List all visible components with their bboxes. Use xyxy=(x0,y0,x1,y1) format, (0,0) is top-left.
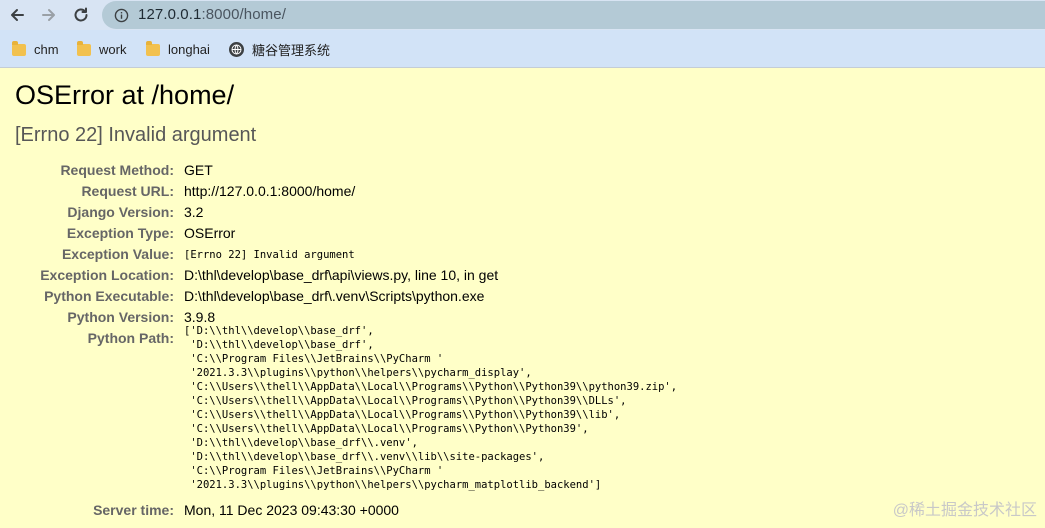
meta-value: Mon, 11 Dec 2023 09:43:30 +0000 xyxy=(184,502,399,518)
meta-key: Exception Location: xyxy=(40,267,174,283)
address-bar[interactable]: 127.0.0.1:8000/home/ xyxy=(102,1,1045,29)
python-path-line: 'C:\\Users\\thell\\AppData\\Local\\Progr… xyxy=(184,395,627,407)
meta-key: Python Version: xyxy=(67,309,174,325)
meta-value: GET xyxy=(184,162,213,178)
python-path-line: ['D:\\thl\\develop\\base_drf', xyxy=(184,325,374,337)
folder-icon xyxy=(77,41,91,56)
meta-key: Exception Type: xyxy=(66,225,174,241)
bookmark-label: work xyxy=(99,41,127,57)
browser-toolbar: 127.0.0.1:8000/home/ xyxy=(0,0,1045,30)
meta-key: Server time: xyxy=(93,502,174,518)
python-path-line: 'C:\\Program Files\\JetBrains\\PyCharm ' xyxy=(184,353,444,365)
arrow-left-icon xyxy=(11,9,24,21)
url-path: :8000/home/ xyxy=(201,6,286,23)
python-path-line: 'D:\\thl\\develop\\base_drf\\.venv', xyxy=(184,437,418,449)
meta-value: D:\thl\develop\base_drf\.venv\Scripts\py… xyxy=(184,288,485,304)
bookmark-label: 糖谷管理系统 xyxy=(252,42,331,58)
bookmark-label: longhai xyxy=(168,41,210,57)
bookmark-work[interactable]: work xyxy=(77,40,126,58)
bookmark-label: chm xyxy=(34,41,59,57)
python-path-line: '2021.3.3\\plugins\\python\\helpers\\pyc… xyxy=(184,367,532,379)
meta-value: 3.9.8 xyxy=(184,309,216,325)
arrow-right-icon xyxy=(42,9,55,21)
bookmarks-bar: chm work longhai 糖谷管理系统 xyxy=(0,30,1045,68)
forward-button[interactable] xyxy=(37,3,61,27)
bookmark-chm[interactable]: chm xyxy=(12,40,59,58)
python-path-line: 'C:\\Users\\thell\\AppData\\Local\\Progr… xyxy=(184,409,621,421)
bookmark-longhai[interactable]: longhai xyxy=(146,40,210,58)
python-path-line: '2021.3.3\\plugins\\python\\helpers\\pyc… xyxy=(184,479,602,491)
bookmark-tanggu[interactable]: 糖谷管理系统 xyxy=(229,40,330,58)
url-host: 127.0.0.1 xyxy=(138,6,202,23)
folder-icon xyxy=(146,41,160,56)
meta-key: Python Executable: xyxy=(44,288,174,304)
python-path-line: 'D:\\thl\\develop\\base_drf', xyxy=(184,339,374,351)
meta-key: Python Path: xyxy=(87,330,174,346)
folder-icon xyxy=(12,41,26,56)
watermark: @稀土掘金技术社区 xyxy=(892,502,1037,519)
python-path-line: 'D:\\thl\\develop\\base_drf\\.venv\\lib\… xyxy=(184,451,545,463)
meta-value: [Errno 22] Invalid argument xyxy=(184,249,355,261)
reload-button[interactable] xyxy=(69,3,93,27)
meta-value: OSError xyxy=(184,225,236,241)
python-path-list: ['D:\\thl\\develop\\base_drf', 'D:\\thl\… xyxy=(184,324,677,492)
python-path-line: 'C:\\Users\\thell\\AppData\\Local\\Progr… xyxy=(184,423,589,435)
meta-value: D:\thl\develop\base_drf\api\views.py, li… xyxy=(184,267,499,283)
back-button[interactable] xyxy=(5,3,29,27)
meta-value: 3.2 xyxy=(184,204,204,220)
meta-key: Exception Value: xyxy=(61,246,174,262)
meta-value: http://127.0.0.1:8000/home/ xyxy=(184,183,356,199)
info-icon[interactable] xyxy=(114,8,129,23)
python-path-line: 'C:\\Users\\thell\\AppData\\Local\\Progr… xyxy=(184,381,678,393)
meta-key: Request URL: xyxy=(81,183,174,199)
python-path-line: 'C:\\Program Files\\JetBrains\\PyCharm ' xyxy=(184,465,444,477)
globe-icon xyxy=(229,41,244,57)
url-text[interactable]: 127.0.0.1:8000/home/ xyxy=(138,6,286,23)
meta-key: Django Version: xyxy=(67,204,174,220)
meta-key: Request Method: xyxy=(60,162,174,178)
error-page: OSError at /home/ [Errno 22] Invalid arg… xyxy=(0,68,1045,528)
page-title: OSError at /home/ xyxy=(15,80,235,110)
error-subtitle: [Errno 22] Invalid argument xyxy=(15,124,257,146)
reload-icon xyxy=(74,7,88,22)
